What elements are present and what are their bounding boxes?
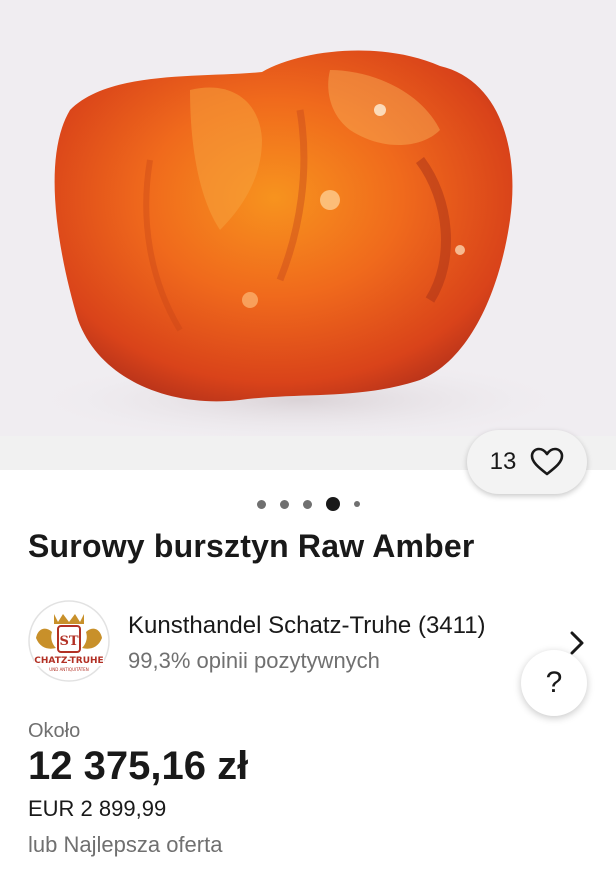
seller-feedback: 99,3% opinii pozytywnych: [128, 648, 380, 673]
heart-icon: [531, 447, 564, 476]
help-button[interactable]: ?: [521, 650, 587, 716]
product-image[interactable]: [0, 0, 616, 436]
logo-subtext: UND ANTIQUITÄTEN: [49, 667, 88, 672]
best-offer-label: lub Najlepsza oferta: [28, 832, 223, 857]
logo-text: CHATZ-TRUHE: [34, 656, 103, 666]
logo-monogram: ST: [59, 634, 78, 649]
approx-label: Około: [28, 720, 81, 742]
pagination-dot[interactable]: [279, 499, 289, 509]
seller-info-row[interactable]: ST CHATZ-TRUHE UND ANTIQUITÄTEN Kunsthan…: [28, 598, 598, 684]
listing-title: Surowy bursztyn Raw Amber: [28, 528, 475, 564]
seller-logo: ST CHATZ-TRUHE UND ANTIQUITÄTEN: [28, 600, 110, 682]
original-price: EUR 2 899,99: [28, 796, 167, 821]
pagination-dot[interactable]: [353, 501, 360, 507]
pagination-dot[interactable]: [256, 499, 266, 509]
seller-name[interactable]: Kunsthandel Schatz-Truhe (3411): [128, 612, 486, 640]
converted-price: 12 375,16 zł: [28, 744, 249, 788]
watchlist-button[interactable]: 13: [467, 430, 587, 494]
pagination-dot-active[interactable]: [325, 497, 340, 511]
product-image-gallery[interactable]: [0, 0, 616, 470]
image-pagination-dots[interactable]: [0, 496, 616, 512]
watch-count: 13: [489, 448, 517, 475]
pagination-dot[interactable]: [302, 499, 312, 509]
